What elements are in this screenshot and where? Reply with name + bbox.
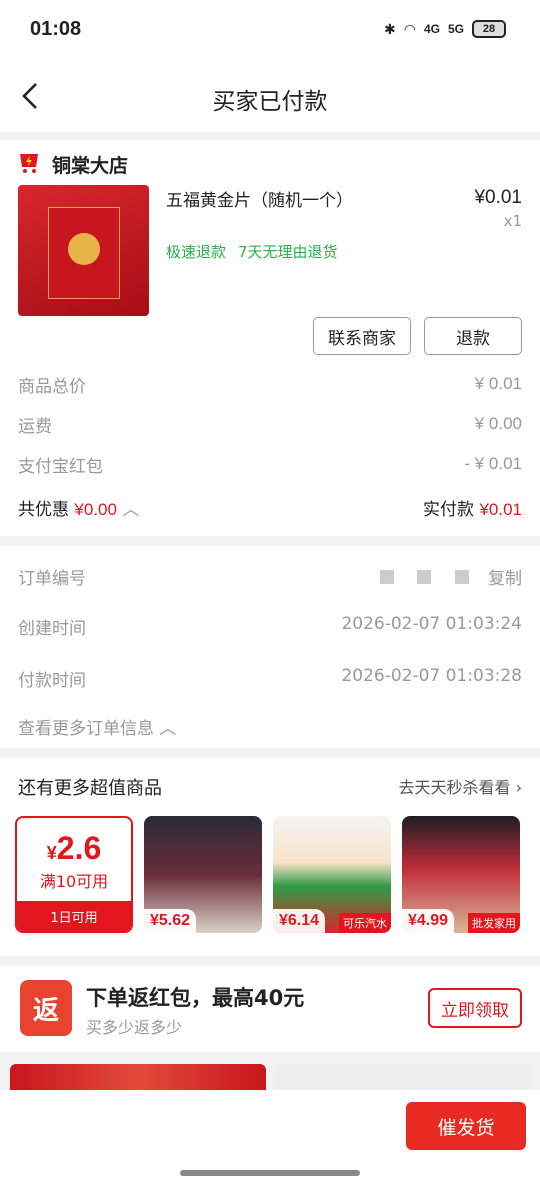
coupon-validity: 1日可用	[17, 901, 131, 931]
store-card: 铜棠大店 五福黄金片（随机一个） ¥0.01 x1 极速退款 7天无理由退货 联…	[0, 140, 540, 536]
deal-item[interactable]: ¥4.99 批发家用	[402, 816, 520, 933]
urge-shipment-button[interactable]: 催发货	[406, 1102, 526, 1150]
refund-button[interactable]: 退款	[424, 317, 522, 355]
cashback-icon: 返	[20, 980, 72, 1036]
masked-order-number	[379, 570, 394, 584]
promo-banner[interactable]	[276, 1064, 530, 1090]
deals-card: 还有更多超值商品 去天天秒杀看看 › ¥2.6 满10可用 1日可用 ¥5.62…	[0, 758, 540, 956]
tag-fast-refund: 极速退款	[166, 243, 227, 261]
total-row: 共优惠 ¥0.00 ︿ 实付款 ¥0.01	[18, 492, 522, 522]
contact-seller-button[interactable]: 联系商家	[313, 317, 411, 355]
product-price: ¥0.01	[474, 187, 522, 208]
summary-row-total: 商品总价 ¥ 0.01	[18, 374, 522, 397]
signal-4g-icon: 4G	[423, 22, 440, 36]
cashback-title: 下单返红包，最高40元	[86, 986, 305, 1010]
promo-banner[interactable]	[10, 1064, 266, 1090]
store-icon	[20, 154, 38, 173]
chevron-up-icon: ︿	[122, 499, 140, 520]
coupon-amount: 2.6	[56, 830, 102, 866]
cashback-card: 返 下单返红包，最高40元 买多少返多少 立即领取	[0, 966, 540, 1052]
product-quantity: x1	[503, 212, 522, 230]
coupon-condition: 满10可用	[39, 872, 109, 891]
deal-label: 批发家用	[468, 913, 520, 933]
deal-item[interactable]: ¥5.62	[144, 816, 262, 933]
page-title: 买家已付款	[212, 89, 328, 115]
service-tags: 极速退款 7天无理由退货	[166, 241, 338, 262]
summary-row-shipping: 运费 ¥ 0.00	[18, 414, 522, 437]
deals-title: 还有更多超值商品	[18, 778, 162, 799]
bottom-bar: 催发货	[0, 1090, 540, 1188]
paid-value: ¥0.01	[479, 499, 522, 519]
store-name[interactable]: 铜棠大店	[52, 151, 128, 178]
product-image[interactable]	[18, 185, 149, 316]
paid-time-row: 付款时间 2026-02-07 01:03:28	[18, 666, 522, 691]
deal-price: ¥4.99	[402, 909, 455, 933]
chevron-up-icon: ︿	[159, 719, 177, 739]
copy-button[interactable]: 复制	[488, 569, 522, 589]
coupon-card[interactable]: ¥2.6 满10可用 1日可用	[15, 816, 133, 933]
deal-item[interactable]: ¥6.14 可乐汽水	[273, 816, 391, 933]
flash-sale-link[interactable]: 去天天秒杀看看 ›	[398, 774, 522, 798]
wifi-icon: ◠	[403, 20, 416, 37]
order-info-card: 订单编号 复制 创建时间 2026-02-07 01:03:24 付款时间 20…	[0, 546, 540, 748]
battery-icon: 28	[472, 20, 506, 38]
status-time: 01:08	[30, 18, 82, 40]
discount-value: ¥0.00	[74, 499, 117, 519]
tag-7day-return: 7天无理由退货	[238, 243, 338, 261]
more-order-info-link[interactable]: 查看更多订单信息 ︿	[18, 714, 176, 739]
bluetooth-icon: ✱	[384, 20, 396, 37]
cashback-subtitle: 买多少返多少	[86, 1018, 183, 1037]
signal-5g-icon: 5G	[447, 22, 464, 36]
product-title[interactable]: 五福黄金片（随机一个）	[166, 186, 353, 211]
deal-price: ¥6.14	[273, 909, 326, 933]
status-bar: 01:08 ✱ ◠ 4G 5G 28	[0, 0, 540, 62]
created-time-row: 创建时间 2026-02-07 01:03:24	[18, 614, 522, 639]
claim-button[interactable]: 立即领取	[428, 988, 522, 1028]
order-number-row: 订单编号 复制	[18, 569, 522, 589]
deal-price: ¥5.62	[144, 909, 197, 933]
discount-toggle[interactable]: 共优惠 ¥0.00 ︿	[18, 495, 139, 520]
deal-label: 可乐汽水	[339, 913, 391, 933]
summary-row-redpacket: 支付宝红包 - ¥ 0.01	[18, 454, 522, 477]
nav-bar: 买家已付款	[0, 62, 540, 132]
home-indicator[interactable]	[180, 1170, 360, 1176]
chevron-right-icon: ›	[515, 778, 522, 797]
status-icons: ✱ ◠ 4G 5G 28	[384, 20, 506, 38]
